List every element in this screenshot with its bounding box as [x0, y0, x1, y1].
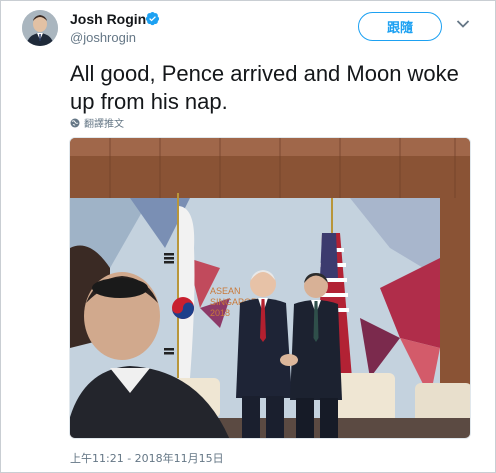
tweet-text: All good, Pence arrived and Moon woke up… — [70, 61, 459, 114]
follow-button[interactable]: 跟隨 — [358, 12, 442, 41]
backdrop-text-asean: ASEAN — [210, 286, 241, 296]
photo-pence-moon-handshake: ASEAN SINGAPORE 2018 — [70, 138, 470, 438]
translate-tweet-link[interactable]: 翻譯推文 — [70, 115, 124, 130]
chevron-down-icon[interactable] — [456, 19, 470, 29]
author-handle[interactable]: @joshrogin — [70, 30, 136, 45]
tweet-timestamp[interactable]: 上午11:21 - 2018年11月15日 — [70, 450, 224, 466]
globe-icon — [70, 118, 80, 127]
author-name[interactable]: Josh Rogin — [70, 11, 146, 27]
tweet-card: Josh Rogin @joshrogin 跟隨 All good, Pence… — [0, 0, 496, 473]
verified-badge-icon — [145, 11, 160, 26]
translate-label: 翻譯推文 — [84, 119, 124, 130]
tweet-photo[interactable]: ASEAN SINGAPORE 2018 — [69, 137, 471, 439]
author-avatar[interactable] — [22, 10, 58, 46]
avatar-image — [22, 10, 58, 46]
backdrop-text-year: 2018 — [210, 308, 230, 318]
